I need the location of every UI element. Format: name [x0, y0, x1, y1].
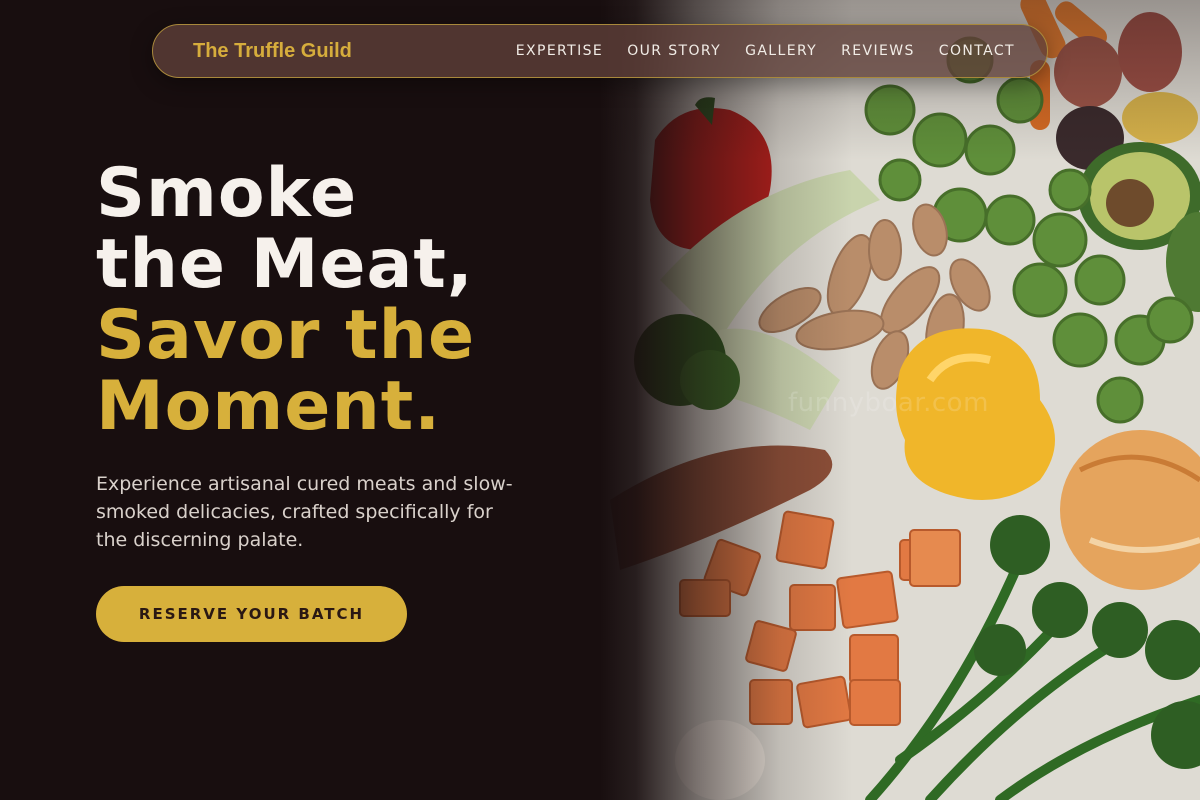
hero-subtitle: Experience artisanal cured meats and slo…: [96, 473, 513, 551]
hero-heading-line-1: Smoke: [96, 154, 358, 233]
top-navigation: The Truffle Guild EXPERTISE OUR STORY GA…: [152, 24, 1048, 78]
nav-link-expertise[interactable]: EXPERTISE: [516, 43, 603, 59]
hero-heading-line-3: Savor the: [96, 296, 476, 375]
nav-link-reviews[interactable]: REVIEWS: [841, 43, 915, 59]
landing-page: funnyboar.com The Truffle Guild EXPERTIS…: [0, 0, 1200, 800]
nav-links: EXPERTISE OUR STORY GALLERY REVIEWS CONT…: [516, 43, 1015, 59]
hero-heading-line-4: Moment.: [96, 367, 442, 446]
brand-logo-link[interactable]: The Truffle Guild: [193, 40, 352, 63]
nav-link-gallery[interactable]: GALLERY: [745, 43, 817, 59]
hero-heading: Smoke the Meat, Savor the Moment.: [96, 158, 475, 442]
hero-heading-line-2: the Meat,: [96, 225, 474, 304]
reserve-batch-button[interactable]: RESERVE YOUR BATCH: [96, 586, 407, 642]
nav-link-contact[interactable]: CONTACT: [939, 43, 1015, 59]
nav-link-our-story[interactable]: OUR STORY: [627, 43, 721, 59]
image-watermark: funnyboar.com: [788, 388, 989, 418]
